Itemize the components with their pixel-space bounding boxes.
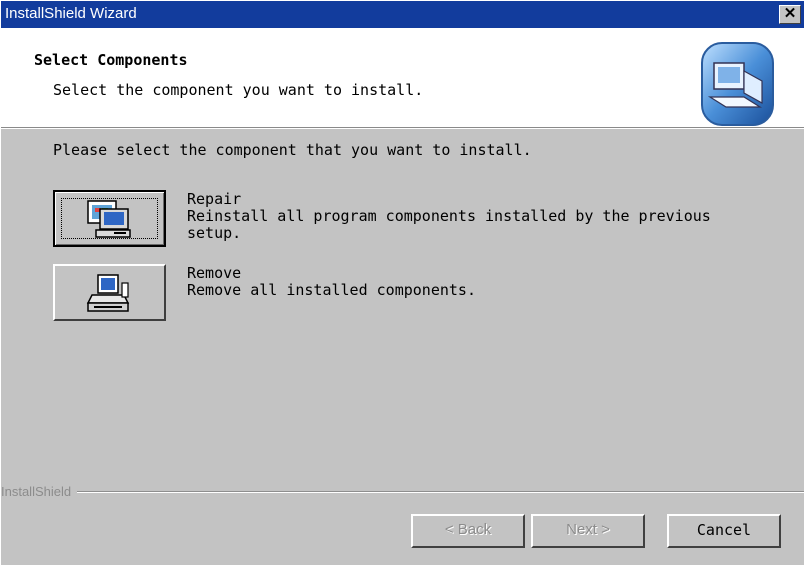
next-button-label: Next > <box>566 521 610 538</box>
footer-divider <box>1 491 804 493</box>
window-title: InstallShield Wizard <box>5 5 137 22</box>
close-icon: ✕ <box>783 5 797 22</box>
cancel-button-label: Cancel <box>696 521 752 539</box>
title-bar[interactable]: InstallShield Wizard ✕ <box>1 1 804 28</box>
installshield-brand-label: InstallShield <box>1 484 78 499</box>
header-subtitle: Select the component you want to install… <box>53 81 424 99</box>
next-button[interactable]: Next > <box>531 514 645 548</box>
repair-option-button[interactable] <box>53 190 166 247</box>
repair-computer-icon <box>87 200 131 238</box>
remove-option-description: Remove all installed components. <box>187 281 476 299</box>
header-divider <box>1 128 804 129</box>
close-button[interactable]: ✕ <box>779 5 801 24</box>
repair-option-description: Reinstall all program components install… <box>187 207 711 225</box>
remove-option-button[interactable] <box>53 264 166 321</box>
back-button[interactable]: < Back <box>411 514 525 548</box>
instruction-text: Please select the component that you wan… <box>53 141 532 159</box>
header-panel <box>1 28 804 128</box>
header-title: Select Components <box>34 51 188 69</box>
back-button-label: < Back <box>444 521 492 538</box>
repair-option-description-cont: setup. <box>187 224 242 242</box>
installer-computer-icon <box>701 42 774 126</box>
repair-option-title: Repair <box>187 190 242 208</box>
cancel-button[interactable]: Cancel <box>667 514 781 548</box>
installshield-wizard-window: InstallShield Wizard ✕ Select Components… <box>0 0 804 565</box>
remove-option-title: Remove <box>187 264 242 282</box>
remove-computer-icon <box>86 274 130 312</box>
